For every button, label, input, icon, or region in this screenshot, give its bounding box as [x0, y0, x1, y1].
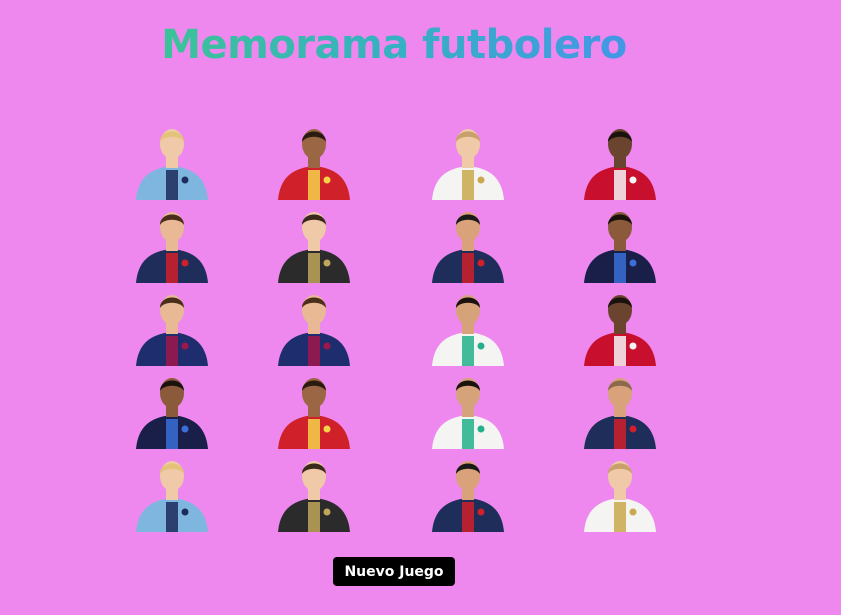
memory-card-mbappe[interactable] [570, 201, 670, 283]
player-figure-neymar [432, 461, 504, 532]
player-figure-modric [584, 461, 656, 532]
memory-card-neymar[interactable] [418, 201, 518, 283]
player-figure-salah [278, 378, 350, 449]
memory-card-messi-barca[interactable] [264, 284, 364, 366]
player-figure-mbappe [584, 212, 656, 283]
player-figure-mbappe [136, 378, 208, 449]
player-figure-courtois [278, 461, 350, 532]
player-figure-messi-psg [136, 212, 208, 283]
memory-card-salah[interactable] [264, 118, 364, 200]
memory-card-van-dijk[interactable] [570, 118, 670, 200]
player-figure-van-dijk [584, 295, 656, 366]
player-figure-salah [278, 129, 350, 200]
player-figure-messi-barca [136, 295, 208, 366]
memory-card-haaland[interactable] [122, 450, 222, 532]
memory-card-salah[interactable] [264, 367, 364, 449]
player-figure-ronaldo [432, 378, 504, 449]
memory-card-mbappe[interactable] [122, 367, 222, 449]
memory-card-messi-psg[interactable] [122, 201, 222, 283]
memory-card-neymar[interactable] [418, 450, 518, 532]
player-figure-neymar [432, 212, 504, 283]
card-grid [122, 118, 688, 536]
game-title: Memorama futbolero [0, 22, 788, 68]
player-figure-van-dijk [584, 129, 656, 200]
memory-card-ronaldo[interactable] [418, 367, 518, 449]
player-figure-ronaldo [432, 295, 504, 366]
new-game-button[interactable]: Nuevo Juego [333, 557, 455, 586]
player-figure-messi-barca [278, 295, 350, 366]
memory-card-ronaldo[interactable] [418, 284, 518, 366]
memory-card-courtois[interactable] [264, 201, 364, 283]
memory-card-messi-barca[interactable] [122, 284, 222, 366]
player-figure-modric [432, 129, 504, 200]
player-figure-ramos [584, 378, 656, 449]
memory-card-haaland[interactable] [122, 118, 222, 200]
memory-card-van-dijk[interactable] [570, 284, 670, 366]
player-figure-haaland [136, 461, 208, 532]
memory-card-ramos[interactable] [570, 367, 670, 449]
memory-card-modric[interactable] [570, 450, 670, 532]
memory-card-modric[interactable] [418, 118, 518, 200]
memory-card-courtois[interactable] [264, 450, 364, 532]
player-figure-haaland [136, 129, 208, 200]
player-figure-courtois [278, 212, 350, 283]
